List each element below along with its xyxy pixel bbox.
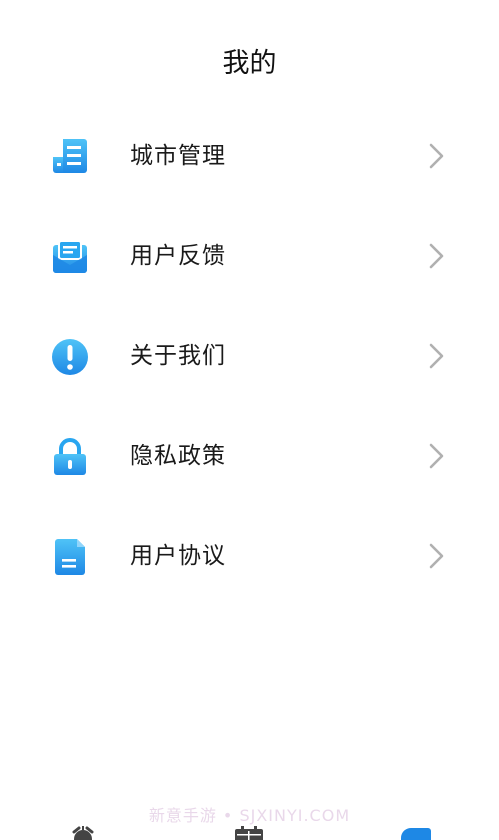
city-list-icon [50, 137, 90, 177]
menu-item-user-feedback[interactable]: 用户反馈 [0, 206, 499, 306]
chevron-right-icon [424, 442, 448, 470]
menu-item-label: 用户协议 [130, 543, 226, 569]
chevron-right-icon [424, 542, 448, 570]
menu-item-city-management[interactable]: 城市管理 [0, 106, 499, 206]
menu-item-privacy-policy[interactable]: 隐私政策 [0, 406, 499, 506]
chevron-right-icon [424, 142, 448, 170]
mail-feedback-icon [50, 237, 90, 277]
bottom-tab-bar [0, 818, 499, 840]
info-exclamation-icon [50, 337, 90, 377]
page-title: 我的 [222, 48, 277, 79]
chevron-right-icon [424, 342, 448, 370]
document-icon [50, 537, 90, 577]
menu-item-user-agreement[interactable]: 用户协议 [0, 506, 499, 606]
menu-item-label: 隐私政策 [130, 443, 226, 469]
lock-icon [50, 437, 90, 477]
menu-item-label: 关于我们 [130, 343, 226, 369]
menu-item-about-us[interactable]: 关于我们 [0, 306, 499, 406]
chevron-right-icon [424, 242, 448, 270]
menu-item-label: 用户反馈 [130, 243, 226, 269]
menu-item-label: 城市管理 [130, 143, 226, 169]
